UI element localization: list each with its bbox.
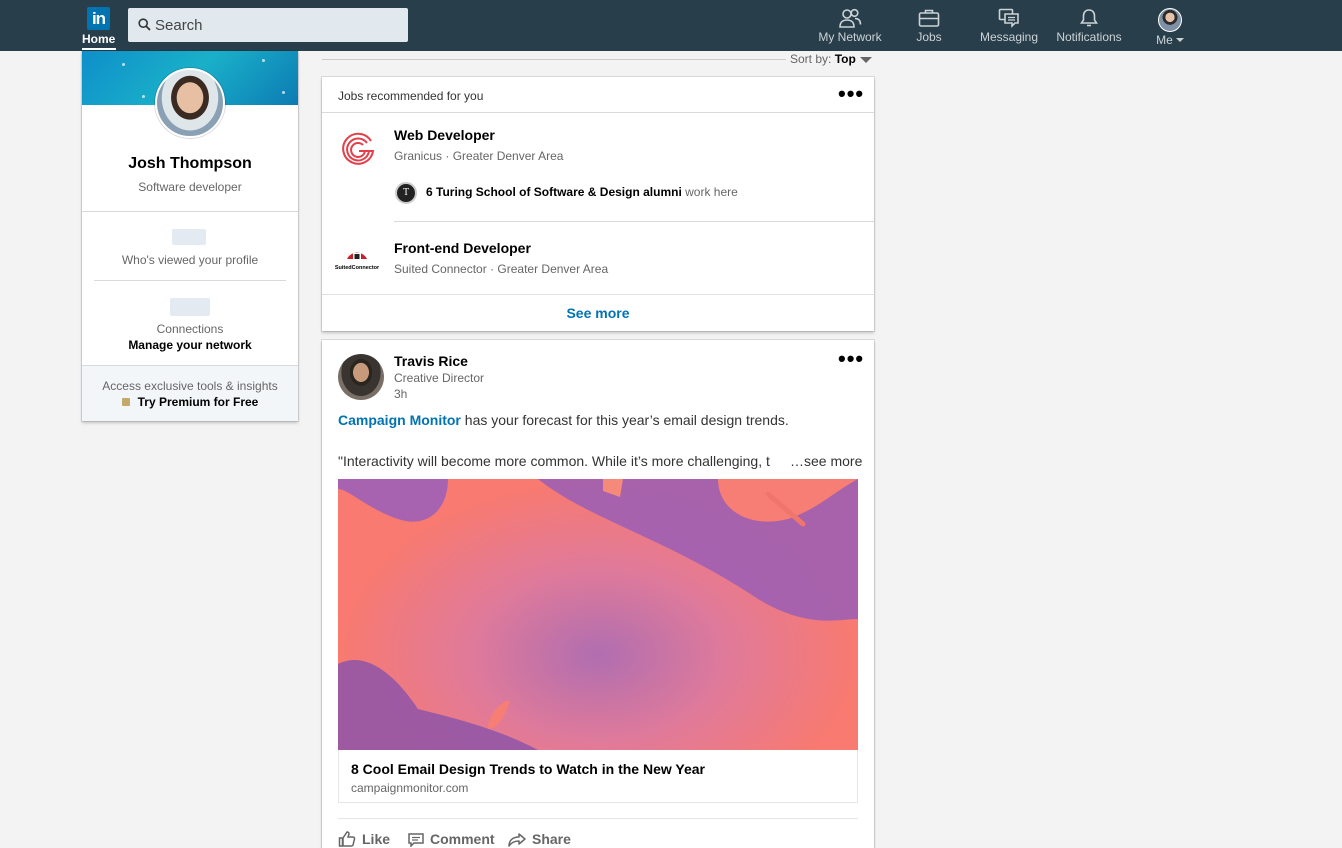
profile-name[interactable]: Josh Thompson xyxy=(82,155,298,173)
share-button[interactable]: Share xyxy=(508,831,571,847)
share-label: Share xyxy=(532,831,571,847)
article-title: 8 Cool Email Design Trends to Watch in t… xyxy=(351,761,705,777)
sort-label: Sort by: xyxy=(790,52,832,66)
search-box[interactable] xyxy=(128,8,408,42)
post-text: Campaign Monitor has your forecast for t… xyxy=(338,412,789,428)
nav-label: Jobs xyxy=(916,30,942,44)
job-company: Granicus xyxy=(394,149,443,163)
divider xyxy=(338,818,858,819)
nav-notifications[interactable]: Notifications xyxy=(1052,4,1126,48)
nav-label: My Network xyxy=(818,30,882,44)
divider xyxy=(82,211,298,212)
more-options-icon[interactable]: ••• xyxy=(838,348,864,370)
search-input[interactable] xyxy=(155,8,400,42)
linkedin-logo[interactable]: in xyxy=(87,7,110,30)
chevron-down-icon[interactable] xyxy=(860,57,872,63)
banner-decoration xyxy=(142,95,145,98)
alumni-insight: 6 Turing School of Software & Design alu… xyxy=(426,185,738,199)
nav-label: Messaging xyxy=(979,30,1039,44)
nav-me-label-wrap: Me xyxy=(1150,33,1190,47)
alumni-rest: work here xyxy=(685,185,738,199)
like-button[interactable]: Like xyxy=(338,831,390,847)
profile-headline: Software developer xyxy=(138,180,242,194)
banner-decoration xyxy=(262,59,265,62)
bell-icon xyxy=(1080,9,1098,27)
comment-label: Comment xyxy=(430,831,495,847)
sort-divider xyxy=(322,59,786,60)
messaging-icon xyxy=(998,8,1019,28)
chevron-down-icon xyxy=(1175,38,1184,42)
company-mention-link[interactable]: Campaign Monitor xyxy=(338,412,461,428)
job-title[interactable]: Front-end Developer xyxy=(394,240,531,256)
profile-views-count xyxy=(172,229,206,245)
nav-home-active-indicator xyxy=(82,48,116,50)
comment-button[interactable]: Comment xyxy=(408,831,495,848)
premium-icon xyxy=(121,398,130,406)
job-location: Greater Denver Area xyxy=(497,262,609,276)
sort-value: Top xyxy=(834,52,856,66)
jobs-recommended-card: Jobs recommended for you ••• Web Develop… xyxy=(322,77,874,331)
banner-decoration xyxy=(282,91,285,94)
post-author[interactable]: Travis Rice xyxy=(394,353,468,369)
briefcase-icon xyxy=(918,9,940,27)
suited-connector-logo: SuitedConnector xyxy=(335,252,380,271)
feed-post: Travis Rice Creative Director 3h ••• Cam… xyxy=(322,340,874,848)
nav-label: Notifications xyxy=(1056,30,1122,44)
avatar xyxy=(1158,8,1182,32)
see-more-link[interactable]: …see more xyxy=(786,453,863,469)
manage-network-link[interactable]: Manage your network xyxy=(82,338,298,352)
premium-link[interactable]: Try Premium for Free xyxy=(82,395,298,409)
banner-decoration xyxy=(122,63,125,66)
like-label: Like xyxy=(362,831,391,847)
share-icon xyxy=(508,833,526,847)
article-link[interactable]: 8 Cool Email Design Trends to Watch in t… xyxy=(338,750,858,803)
thumbs-up-icon xyxy=(338,831,356,847)
sort-control[interactable]: Sort by: Top xyxy=(790,52,856,66)
job-meta: Granicus · Greater Denver Area xyxy=(394,149,564,163)
post-author-title: Creative Director xyxy=(394,371,485,385)
alumni-count: 6 Turing School of Software & Design alu… xyxy=(426,185,682,199)
comment-icon xyxy=(408,833,424,848)
more-options-icon[interactable]: ••• xyxy=(838,83,864,105)
job-meta: Suited Connector · Greater Denver Area xyxy=(394,262,609,276)
article-image[interactable] xyxy=(338,479,858,750)
nav-messaging[interactable]: Messaging xyxy=(978,4,1040,48)
article-domain: campaignmonitor.com xyxy=(351,781,469,795)
card-title: Jobs recommended for you xyxy=(338,89,484,103)
post-text-rest: has your forecast for this year’s email … xyxy=(464,412,789,428)
divider xyxy=(322,112,874,113)
granicus-logo xyxy=(342,132,375,165)
suited-logo-text: SuitedConnector xyxy=(335,265,380,271)
job-location: Greater Denver Area xyxy=(452,149,564,163)
network-icon xyxy=(839,8,862,28)
premium-text: Access exclusive tools & insights xyxy=(102,379,278,393)
connections-count xyxy=(170,298,210,316)
nav-label: Me xyxy=(1156,33,1173,47)
premium-link-label: Try Premium for Free xyxy=(137,395,259,409)
divider xyxy=(94,280,286,281)
avatar[interactable] xyxy=(338,354,384,400)
see-more-button[interactable]: See more xyxy=(322,294,874,331)
profile-photo[interactable] xyxy=(155,68,225,138)
divider xyxy=(82,365,298,366)
post-quote: "Interactivity will become more common. … xyxy=(338,453,770,469)
top-nav: in Home My Network Jobs xyxy=(0,0,1342,51)
divider xyxy=(394,221,874,222)
job-title[interactable]: Web Developer xyxy=(394,127,495,143)
profile-card: Josh Thompson Software developer Who's v… xyxy=(82,51,298,421)
profile-views-label: Who's viewed your profile xyxy=(121,253,259,267)
premium-upsell[interactable]: Access exclusive tools & insights Try Pr… xyxy=(82,365,298,421)
search-icon xyxy=(138,18,151,31)
school-logo-icon: T xyxy=(395,182,417,204)
job-company: Suited Connector xyxy=(394,262,487,276)
nav-me[interactable]: Me xyxy=(1150,4,1190,48)
post-timestamp: 3h xyxy=(394,387,408,401)
connections-label: Connections xyxy=(156,322,224,336)
nav-jobs[interactable]: Jobs xyxy=(907,4,951,48)
nav-home[interactable]: Home xyxy=(82,32,115,46)
article-image-shapes xyxy=(338,479,858,750)
nav-my-network[interactable]: My Network xyxy=(812,4,888,48)
